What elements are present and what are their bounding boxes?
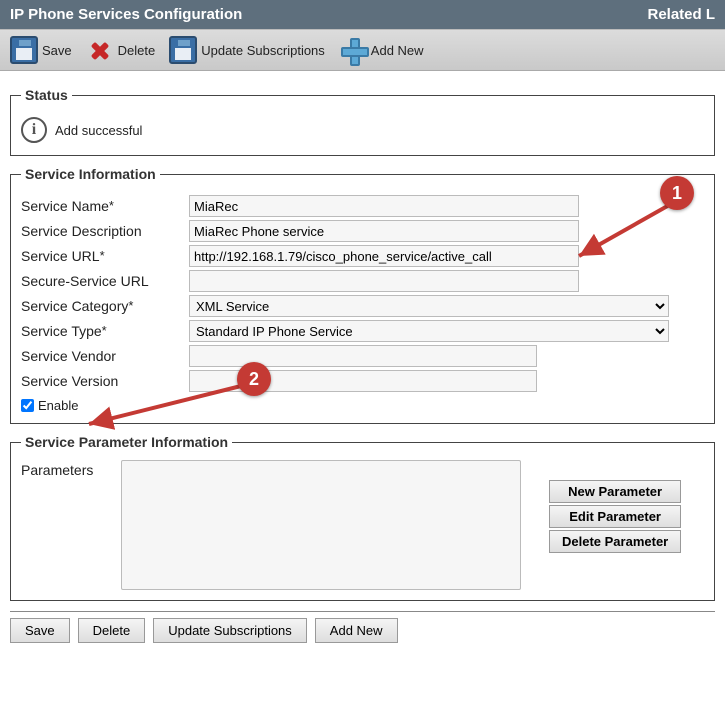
status-row: i Add successful	[21, 113, 704, 145]
update-label: Update Subscriptions	[201, 43, 325, 58]
page-title: IP Phone Services Configuration	[10, 6, 242, 23]
service-name-input[interactable]	[189, 195, 579, 217]
service-parameter-fieldset: Service Parameter Information Parameters…	[10, 434, 715, 601]
secure-service-url-input[interactable]	[189, 270, 579, 292]
delete-button[interactable]: Delete	[82, 34, 160, 66]
footer-button-row: Save Delete Update Subscriptions Add New	[10, 611, 715, 649]
service-info-fieldset: Service Information Service Name* Servic…	[10, 166, 715, 424]
add-new-button[interactable]: Add New	[335, 34, 428, 66]
service-category-select[interactable]: XML Service	[189, 295, 669, 317]
plus-icon	[339, 36, 367, 64]
service-type-select[interactable]: Standard IP Phone Service	[189, 320, 669, 342]
delete-parameter-button[interactable]: Delete Parameter	[549, 530, 681, 553]
status-fieldset: Status i Add successful	[10, 87, 715, 156]
service-url-label: Service URL*	[21, 248, 189, 264]
secure-service-url-label: Secure-Service URL	[21, 273, 189, 289]
annotation-badge-2: 2	[237, 362, 271, 396]
update-subscriptions-button[interactable]: Update Subscriptions	[165, 34, 329, 66]
service-parameter-legend: Service Parameter Information	[21, 434, 232, 450]
footer-save-button[interactable]: Save	[10, 618, 70, 643]
save-button[interactable]: Save	[6, 34, 76, 66]
edit-parameter-button[interactable]: Edit Parameter	[549, 505, 681, 528]
delete-x-icon	[86, 36, 114, 64]
footer-update-button[interactable]: Update Subscriptions	[153, 618, 307, 643]
service-vendor-input[interactable]	[189, 345, 537, 367]
new-parameter-button[interactable]: New Parameter	[549, 480, 681, 503]
parameters-listbox[interactable]	[121, 460, 521, 590]
enable-label: Enable	[38, 398, 78, 413]
parameters-label: Parameters	[21, 460, 111, 590]
footer-addnew-button[interactable]: Add New	[315, 618, 398, 643]
service-version-label: Service Version	[21, 373, 189, 389]
floppy-icon	[169, 36, 197, 64]
delete-label: Delete	[118, 43, 156, 58]
service-name-label: Service Name*	[21, 198, 189, 214]
enable-checkbox[interactable]	[21, 399, 34, 412]
toolbar: Save Delete Update Subscriptions Add New	[0, 29, 725, 71]
status-legend: Status	[21, 87, 72, 103]
annotation-badge-1: 1	[660, 176, 694, 210]
service-type-label: Service Type*	[21, 323, 189, 339]
status-message: Add successful	[55, 123, 142, 138]
title-bar: IP Phone Services Configuration Related …	[0, 0, 725, 29]
footer-delete-button[interactable]: Delete	[78, 618, 146, 643]
service-info-legend: Service Information	[21, 166, 160, 182]
content-area: Status i Add successful Service Informat…	[0, 71, 725, 659]
related-links-label: Related L	[647, 6, 715, 23]
service-description-label: Service Description	[21, 223, 189, 239]
addnew-label: Add New	[371, 43, 424, 58]
floppy-icon	[10, 36, 38, 64]
service-url-input[interactable]	[189, 245, 579, 267]
save-label: Save	[42, 43, 72, 58]
service-vendor-label: Service Vendor	[21, 348, 189, 364]
info-icon: i	[21, 117, 47, 143]
service-description-input[interactable]	[189, 220, 579, 242]
service-category-label: Service Category*	[21, 298, 189, 314]
